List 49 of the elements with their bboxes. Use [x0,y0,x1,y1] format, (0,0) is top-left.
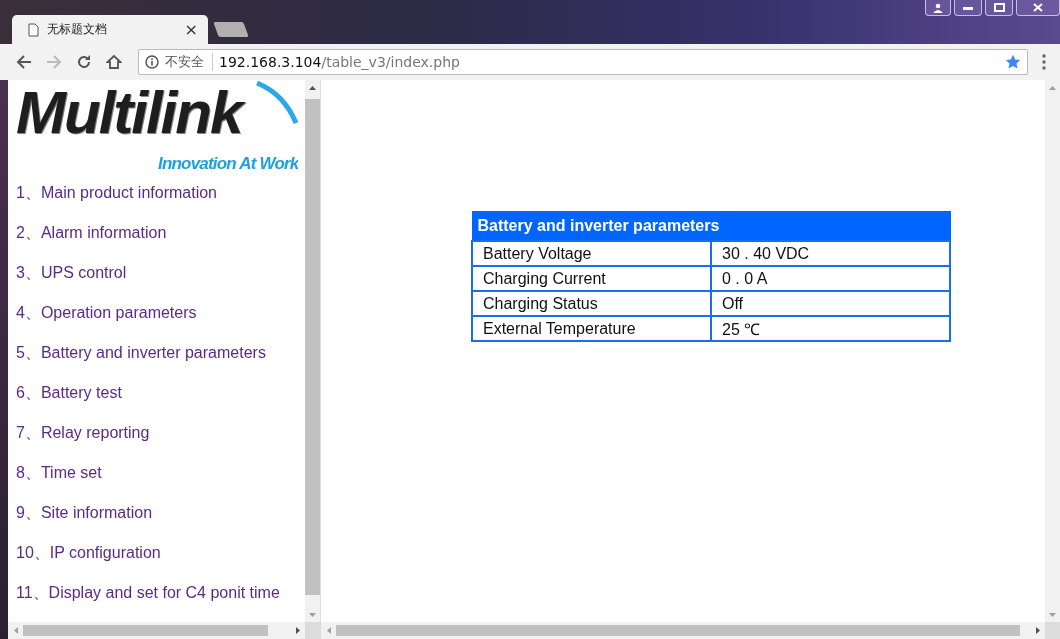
nav-link[interactable]: 7、Relay reporting [16,413,305,453]
home-icon [106,54,122,70]
parameter-name: Charging Status [472,291,711,316]
nav-link[interactable]: 9、Site information [16,493,305,533]
new-tab-button[interactable] [213,22,249,37]
bookmark-star-icon[interactable] [1005,54,1021,70]
tab-title: 无标题文档 [47,21,108,38]
parameter-value: 0 . 0 A [711,266,950,291]
person-icon [933,2,943,13]
nav-link[interactable]: 3、UPS control [16,253,305,293]
nav-link[interactable]: 4、Operation parameters [16,293,305,333]
nav-link[interactable]: 5、Battery and inverter parameters [16,333,305,373]
url-host: 192.168.3.104 [219,54,322,70]
parameter-value: 25 ℃ [711,316,950,341]
nav-link[interactable]: 6、Battery test [16,373,305,413]
parameter-value: 30 . 40 VDC [711,241,950,266]
parameter-value: Off [711,291,950,316]
logo-swoosh [256,80,298,125]
close-icon [1033,3,1043,12]
minimize-icon [963,5,973,10]
back-arrow-icon [16,55,32,69]
scrollbar-corner [1045,622,1060,639]
browser-tab[interactable]: 无标题文档 × [12,15,208,44]
url-path: /table_v3/index.php [321,54,460,70]
parameter-name: External Temperature [472,316,711,341]
maximize-icon [993,3,1005,12]
table-title: Battery and inverter parameters [472,211,950,241]
scrollbar-thumb[interactable] [305,99,320,595]
info-icon [145,55,159,69]
nav-link[interactable]: 10、IP configuration [16,533,305,573]
maximize-button[interactable] [985,0,1013,16]
profile-button[interactable] [925,0,951,16]
document-icon [28,22,39,37]
minimize-button[interactable] [954,0,982,16]
nav-link[interactable]: 2、Alarm information [16,213,305,253]
forward-arrow-icon [46,55,62,69]
nav-link[interactable]: 11、Display and set for C4 ponit time [16,573,305,613]
security-label: 不安全 [165,53,213,71]
menu-icon[interactable] [1042,54,1046,70]
reload-icon [76,54,92,70]
close-button[interactable] [1016,0,1060,16]
scrollbar-thumb[interactable] [336,625,1020,636]
parameter-name: Battery Voltage [472,241,711,266]
address-bar[interactable]: 不安全 192.168.3.104/table_v3/index.php [138,49,1028,75]
parameter-name: Charging Current [472,266,711,291]
nav-link[interactable]: 8、Time set [16,453,305,493]
nav-link[interactable]: 1、Main product information [16,173,305,213]
scrollbar-thumb[interactable] [23,625,268,636]
tab-close-button[interactable]: × [184,21,198,38]
